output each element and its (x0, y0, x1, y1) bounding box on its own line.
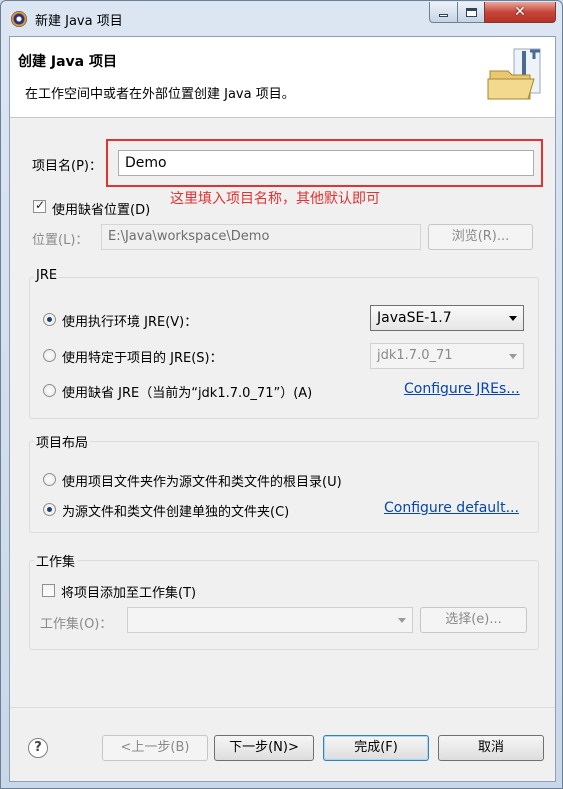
location-label: 位置(L)： (32, 233, 89, 248)
maximize-button[interactable] (457, 2, 485, 23)
working-set-select[interactable] (127, 607, 413, 633)
chevron-down-icon (398, 618, 406, 623)
minimize-icon (439, 13, 448, 17)
jre-env-value: JavaSE-1.7 (377, 310, 452, 326)
jre-env-select[interactable]: JavaSE-1.7 (370, 305, 524, 331)
title-bar[interactable]: 新建 Java 项目 ✕ (1, 1, 562, 35)
close-icon: ✕ (514, 4, 526, 20)
new-java-project-window: 新建 Java 项目 ✕ 创建 Java 项目 在工作空间中或者在外部位置创建 … (0, 0, 563, 789)
jre-default-radio[interactable] (43, 384, 56, 397)
highlight-box (106, 139, 543, 187)
jre-project-value: jdk1.7.0_71 (377, 348, 453, 363)
select-working-set-button[interactable]: 选择(e)... (420, 607, 527, 633)
configure-jres-link[interactable]: Configure JREs... (404, 381, 520, 397)
layout-root-radio[interactable] (43, 473, 56, 486)
annotation-note: 这里填入项目名称，其他默认即可 (170, 191, 380, 207)
working-set-group (29, 560, 539, 650)
close-button[interactable]: ✕ (484, 2, 556, 23)
next-button[interactable]: 下一步(N)> (214, 735, 314, 761)
project-name-label: 项目名(P)： (32, 159, 102, 174)
jre-group-legend: JRE (34, 268, 60, 283)
back-button[interactable]: <上一步(B) (102, 735, 208, 761)
jre-project-radio[interactable] (43, 349, 56, 362)
maximize-icon (465, 7, 477, 17)
browse-button[interactable]: 浏览(R)... (428, 224, 533, 250)
layout-separate-radio[interactable] (43, 503, 56, 516)
minimize-button[interactable] (429, 2, 458, 23)
window-title: 新建 Java 项目 (35, 14, 123, 29)
wizard-title: 创建 Java 项目 (18, 54, 117, 70)
jre-default-label: 使用缺省 JRE（当前为“jdk1.7.0_71”）(A) (62, 386, 313, 401)
footer-divider (10, 707, 555, 708)
working-set-legend: 工作集 (34, 551, 78, 570)
java-project-wizard-icon (487, 48, 541, 100)
add-working-set-label: 将项目添加至工作集(T) (61, 586, 197, 601)
eclipse-app-icon (11, 11, 27, 27)
wizard-description: 在工作空间中或者在外部位置创建 Java 项目。 (25, 87, 295, 102)
jre-project-label: 使用特定于项目的 JRE(S)： (62, 351, 223, 366)
wizard-header: 创建 Java 项目 在工作空间中或者在外部位置创建 Java 项目。 (10, 37, 555, 118)
layout-root-label: 使用项目文件夹作为源文件和类文件的根目录(U) (62, 475, 342, 490)
jre-env-radio[interactable] (43, 313, 56, 326)
layout-separate-label: 为源文件和类文件创建单独的文件夹(C) (62, 505, 290, 520)
jre-project-select[interactable]: jdk1.7.0_71 (370, 343, 524, 369)
location-input[interactable]: E:\Java\workspace\Demo (101, 224, 421, 250)
add-working-set-checkbox[interactable] (42, 584, 55, 597)
default-location-checkbox[interactable]: ✓ (33, 198, 46, 213)
default-location-label: 使用缺省位置(D) (52, 203, 151, 218)
checkmark-icon: ✓ (35, 198, 46, 212)
chevron-down-icon (509, 354, 517, 359)
working-set-label: 工作集(O)： (40, 617, 113, 632)
finish-button[interactable]: 完成(F) (323, 735, 429, 761)
jre-env-label: 使用执行环境 JRE(V)： (62, 315, 198, 330)
help-icon[interactable]: ? (28, 738, 48, 758)
cancel-button[interactable]: 取消 (438, 735, 544, 761)
chevron-down-icon (509, 316, 517, 321)
dialog-client-area: 创建 Java 项目 在工作空间中或者在外部位置创建 Java 项目。 项目名(… (9, 36, 556, 782)
configure-default-link[interactable]: Configure default... (384, 500, 519, 516)
layout-group-legend: 项目布局 (34, 432, 91, 451)
